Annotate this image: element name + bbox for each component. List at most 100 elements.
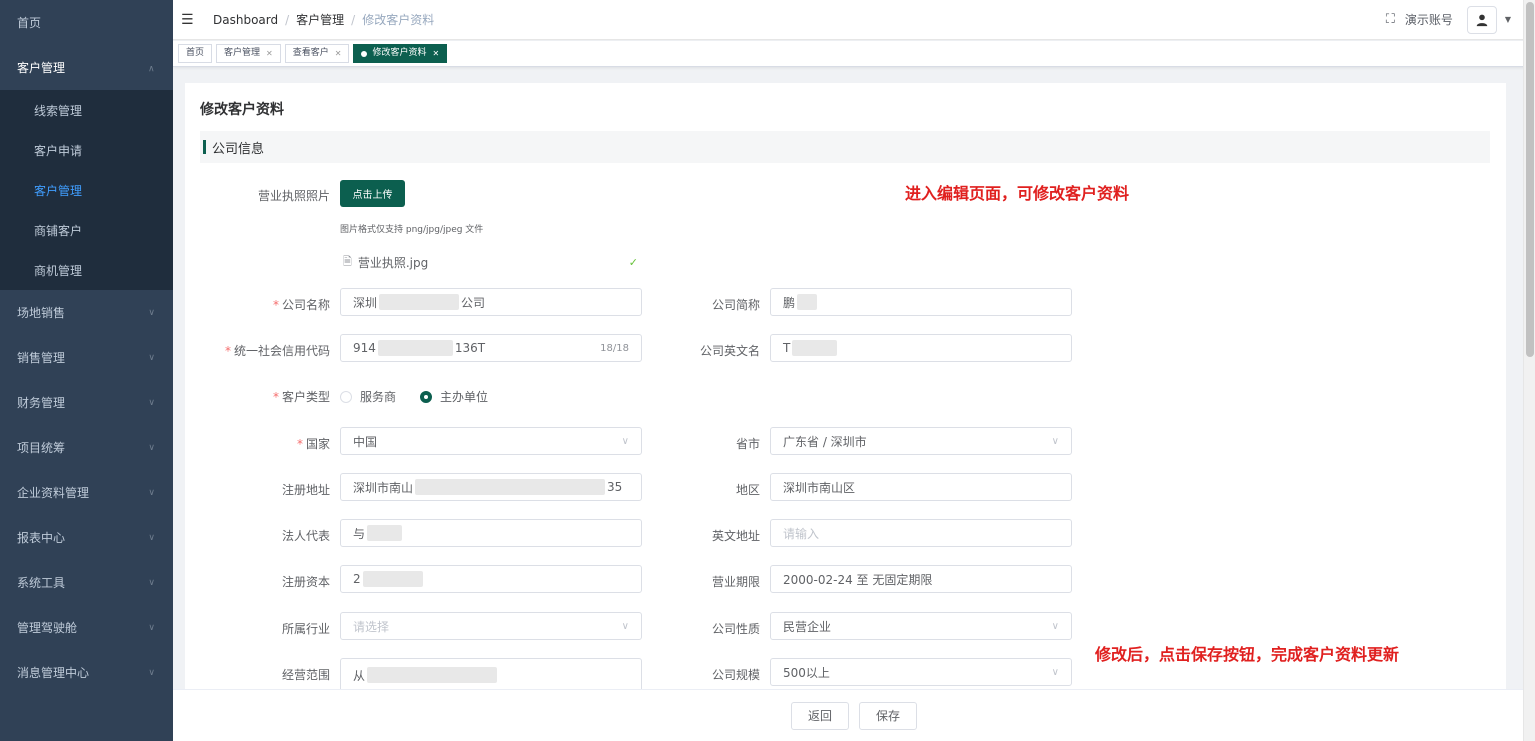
chevron-down-icon: ∨ [148, 352, 155, 363]
fullscreen-icon[interactable]: ⛶ [1386, 12, 1395, 27]
tag-home[interactable]: 首页 [178, 44, 213, 63]
reg-address-input[interactable]: 深圳市南山 35 [340, 473, 642, 501]
sidebar-item-label: 企业资料管理 [17, 486, 90, 500]
chevron-down-icon: ∨ [148, 442, 155, 453]
caret-down-icon[interactable]: ▼ [1505, 15, 1511, 24]
sidebar-item-label: 项目统筹 [17, 441, 66, 455]
user-icon [1476, 14, 1488, 26]
sidebar-item-label: 报表中心 [17, 531, 66, 545]
english-name-input[interactable]: T [770, 334, 1072, 362]
chevron-down-icon: ∨ [1051, 666, 1059, 678]
radio-organizer[interactable]: 主办单位 [420, 388, 488, 405]
license-label: 营业执照照片 [257, 189, 330, 203]
sidebar-item-customer-mgmt[interactable]: 客户管理 ∨ [0, 45, 173, 90]
document-icon: 🗎 [343, 255, 352, 268]
main-area: 修改客户资料 公司信息 营业执照照片 点击上传 图片格式仅支持 png/jpg/… [173, 67, 1523, 741]
sidebar-item-finance[interactable]: 财务管理 ∨ [0, 380, 173, 425]
page-scrollbar[interactable] [1523, 0, 1535, 741]
sidebar-item-reports[interactable]: 报表中心 ∨ [0, 515, 173, 560]
district-input[interactable]: 深圳市南山区 [770, 473, 1072, 501]
sidebar-item-label: 消息管理中心 [17, 666, 90, 680]
chevron-up-icon: ∨ [148, 62, 155, 73]
province-label: 省市 [735, 437, 760, 451]
sidebar-item-sales-mgmt[interactable]: 销售管理 ∨ [0, 335, 173, 380]
customer-type-radio-group: 服务商 主办单位 [340, 388, 512, 405]
sidebar-item-messages[interactable]: 消息管理中心 ∨ [0, 650, 173, 695]
sidebar-item-label: 首页 [17, 16, 42, 30]
scope-label: 经营范围 [281, 668, 330, 682]
save-button[interactable]: 保存 [859, 701, 918, 730]
uploaded-file[interactable]: 🗎 营业执照.jpg ✓ [343, 253, 638, 272]
english-name-label: 公司英文名 [699, 344, 760, 358]
sidebar-item-tools[interactable]: 系统工具 ∨ [0, 560, 173, 605]
legal-rep-input[interactable]: 与 [340, 519, 642, 547]
reg-capital-input[interactable]: 2 [340, 565, 642, 593]
industry-select[interactable]: 请选择 ∨ [340, 612, 642, 640]
country-label: * 国家 [296, 437, 330, 451]
english-address-input[interactable]: 请输入 [770, 519, 1072, 547]
chevron-down-icon: ∨ [148, 577, 155, 588]
sidebar-item-projects[interactable]: 项目统筹 ∨ [0, 425, 173, 470]
hamburger-icon[interactable]: ☰ [181, 12, 209, 28]
page-title: 修改客户资料 [200, 102, 284, 118]
company-name-input[interactable]: 深圳 公司 [340, 288, 642, 316]
top-header: ☰ Dashboard / 客户管理 / 修改客户资料 ⛶ 演示账号 ▼ [173, 0, 1535, 40]
upload-tip: 图片格式仅支持 png/jpg/jpeg 文件 [340, 225, 484, 235]
upload-button[interactable]: 点击上传 [340, 180, 405, 207]
tag-customer-mgmt[interactable]: 客户管理 ✕ [216, 44, 281, 63]
account-name: 演示账号 [1404, 13, 1453, 27]
chevron-down-icon: ∨ [148, 487, 155, 498]
province-select[interactable]: 广东省 / 深圳市 ∨ [770, 427, 1072, 455]
chevron-down-icon: ∨ [148, 667, 155, 678]
customer-type-label: * 客户类型 [272, 390, 330, 404]
back-button[interactable]: 返回 [790, 701, 849, 730]
breadcrumb-current: 修改客户资料 [362, 13, 435, 27]
breadcrumb: Dashboard / 客户管理 / 修改客户资料 [213, 11, 435, 28]
sidebar-subitem-applications[interactable]: 客户申请 [0, 130, 173, 170]
business-term-input[interactable]: 2000-02-24 至 无固定期限 [770, 565, 1072, 593]
credit-code-label: * 统一社会信用代码 [224, 344, 330, 358]
size-select[interactable]: 500以上 ∨ [770, 658, 1072, 686]
sidebar-subitem-customers[interactable]: 客户管理 [0, 170, 173, 210]
avatar[interactable] [1466, 5, 1497, 34]
sidebar-item-label: 系统工具 [17, 576, 66, 590]
sidebar-item-enterprise-data[interactable]: 企业资料管理 ∨ [0, 470, 173, 515]
chevron-down-icon: ∨ [148, 532, 155, 543]
radio-service-provider[interactable]: 服务商 [340, 388, 396, 405]
scrollbar-thumb[interactable] [1526, 2, 1534, 357]
close-icon[interactable]: ✕ [432, 45, 439, 62]
breadcrumb-customer-mgmt[interactable]: 客户管理 [296, 11, 344, 28]
sidebar-submenu: 线索管理 客户申请 客户管理 商铺客户 商机管理 [0, 90, 173, 290]
breadcrumb-dashboard[interactable]: Dashboard [213, 13, 278, 27]
country-select[interactable]: 中国 ∨ [340, 427, 642, 455]
reg-address-label: 注册地址 [281, 483, 330, 497]
chevron-down-icon: ∨ [148, 397, 155, 408]
short-name-input[interactable]: 鹏 [770, 288, 1072, 316]
tag-view-customer[interactable]: 查看客户 ✕ [284, 44, 350, 63]
chevron-down-icon: ∨ [148, 622, 155, 633]
sidebar-item-label: 场地销售 [17, 306, 66, 320]
size-label: 公司规模 [711, 668, 760, 682]
credit-code-input[interactable]: 914 136T 18/18 [340, 334, 642, 362]
sidebar-item-label: 客户管理 [17, 61, 66, 75]
sidebar: 首页 客户管理 ∨ 线索管理 客户申请 客户管理 商铺客户 商机管理 场地销售 ∨ … [0, 0, 173, 741]
chevron-down-icon: ∨ [1051, 620, 1059, 632]
check-circle-icon: ✓ [628, 256, 638, 269]
close-icon[interactable]: ✕ [266, 45, 273, 62]
sidebar-subitem-opportunities[interactable]: 商机管理 [0, 250, 173, 290]
file-name: 营业执照.jpg [357, 256, 429, 270]
sidebar-item-cockpit[interactable]: 管理驾驶舱 ∨ [0, 605, 173, 650]
sidebar-item-label: 销售管理 [17, 351, 66, 365]
legal-rep-label: 法人代表 [281, 529, 330, 543]
sidebar-subitem-shop-customers[interactable]: 商铺客户 [0, 210, 173, 250]
sidebar-item-venue-sales[interactable]: 场地销售 ∨ [0, 290, 173, 335]
form-footer: 返回 保存 [173, 689, 1535, 741]
close-icon[interactable]: ✕ [335, 45, 342, 62]
tag-edit-customer[interactable]: 修改客户资料 ✕ [353, 44, 448, 63]
sidebar-subitem-leads[interactable]: 线索管理 [0, 90, 173, 130]
nature-select[interactable]: 民营企业 ∨ [770, 612, 1072, 640]
annotation-top: 进入编辑页面，可修改客户资料 [905, 184, 1130, 203]
scope-input[interactable]: 从 [340, 658, 642, 689]
sidebar-item-home[interactable]: 首页 [0, 0, 173, 45]
chevron-down-icon: ∨ [1051, 435, 1059, 447]
